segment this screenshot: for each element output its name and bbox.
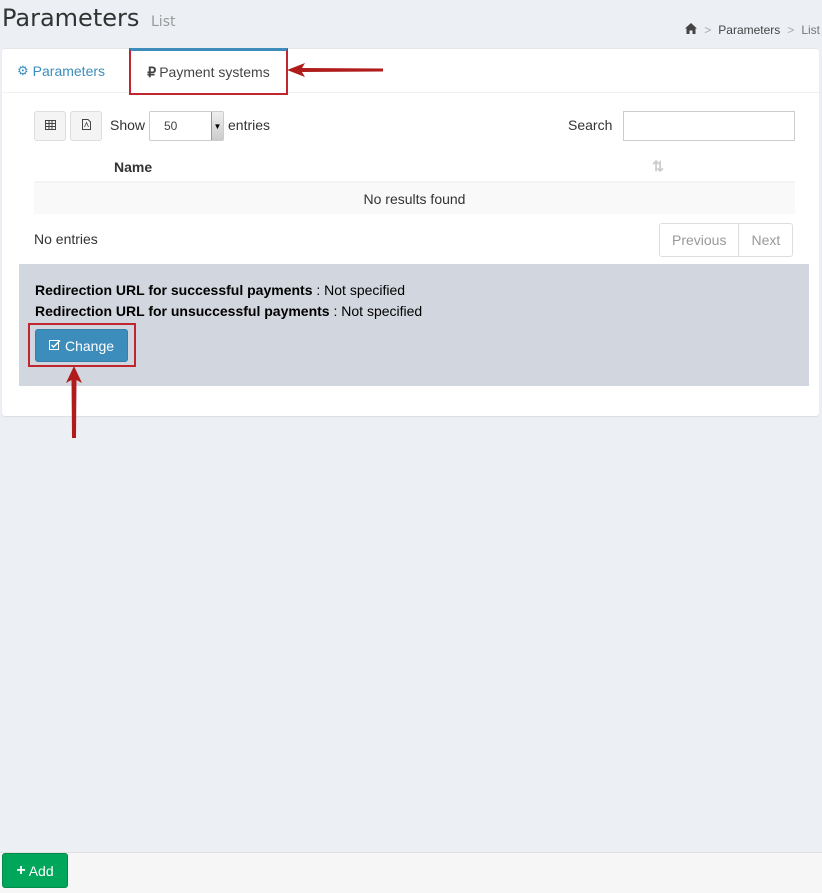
- success-url-label: Redirection URL for successful payments: [35, 282, 313, 298]
- show-label: Show: [110, 117, 146, 133]
- success-url-value: : Not specified: [316, 282, 406, 298]
- breadcrumb-separator: >: [704, 23, 712, 37]
- export-table-button[interactable]: [34, 111, 66, 141]
- fail-url-label: Redirection URL for unsuccessful payment…: [35, 303, 330, 319]
- breadcrumb-parameters[interactable]: Parameters: [718, 23, 780, 37]
- change-highlight: Change: [28, 323, 136, 367]
- edit-icon: [48, 339, 61, 353]
- fail-url-value: : Not specified: [333, 303, 423, 319]
- column-name[interactable]: Name: [114, 159, 152, 175]
- tab-parameters[interactable]: ⚙ Parameters: [17, 49, 105, 93]
- pdf-icon: [81, 119, 91, 133]
- add-button[interactable]: + Add: [2, 853, 68, 888]
- search-label: Search: [568, 117, 613, 133]
- page-subtitle: List: [151, 14, 176, 30]
- sort-icon[interactable]: ⇅: [652, 158, 664, 175]
- data-table: Name ⇅ No results found: [34, 151, 795, 214]
- breadcrumb-list: List: [801, 23, 820, 37]
- gear-icon: ⚙: [17, 63, 29, 78]
- tab-payment-systems-label: Payment systems: [159, 64, 270, 80]
- plus-icon: +: [16, 861, 26, 879]
- entries-label: entries: [228, 117, 271, 133]
- breadcrumb: > Parameters > List: [685, 23, 820, 37]
- home-icon[interactable]: [685, 23, 698, 37]
- ruble-icon: ₽: [147, 63, 157, 80]
- next-button[interactable]: Next: [739, 224, 793, 256]
- chevron-down-icon: ▼: [211, 112, 223, 140]
- table-empty-row: No results found: [34, 183, 795, 214]
- previous-button[interactable]: Previous: [660, 224, 740, 256]
- add-button-label: Add: [28, 862, 54, 879]
- search-input[interactable]: [623, 111, 795, 141]
- page-title: Parameters: [2, 4, 140, 32]
- breadcrumb-separator: >: [787, 23, 795, 37]
- page-size-select[interactable]: 50 ▼: [149, 111, 224, 141]
- page-size-value: 50: [164, 119, 178, 133]
- change-button[interactable]: Change: [35, 329, 128, 362]
- tab-parameters-label: Parameters: [32, 63, 106, 79]
- empty-message: No results found: [363, 190, 466, 207]
- export-pdf-button[interactable]: [70, 111, 102, 141]
- table-toolbar: Show 50 ▼ entries Search: [34, 111, 795, 143]
- annotation-arrow-up-icon: [66, 366, 82, 438]
- annotation-arrow-left-icon: [287, 63, 383, 77]
- page-header: Parameters List > Parameters > List: [0, 0, 822, 48]
- footer-bar: + Add: [0, 852, 822, 893]
- redirect-settings-panel: Redirection URL for successful payments …: [19, 264, 809, 386]
- table-icon: [44, 119, 56, 133]
- tab-payment-systems[interactable]: ₽ Payment systems: [129, 48, 288, 95]
- table-header[interactable]: Name ⇅: [34, 151, 795, 183]
- change-button-label: Change: [64, 337, 115, 354]
- success-url-line: Redirection URL for successful payments …: [35, 282, 405, 298]
- pagination: Previous Next: [659, 223, 794, 257]
- entries-count: No entries: [34, 231, 98, 247]
- tab-bar: ⚙ Parameters ₽ Payment systems: [2, 48, 819, 95]
- fail-url-line: Redirection URL for unsuccessful payment…: [35, 303, 422, 319]
- content-box: ⚙ Parameters ₽ Payment systems Show 50 ▼…: [2, 48, 819, 416]
